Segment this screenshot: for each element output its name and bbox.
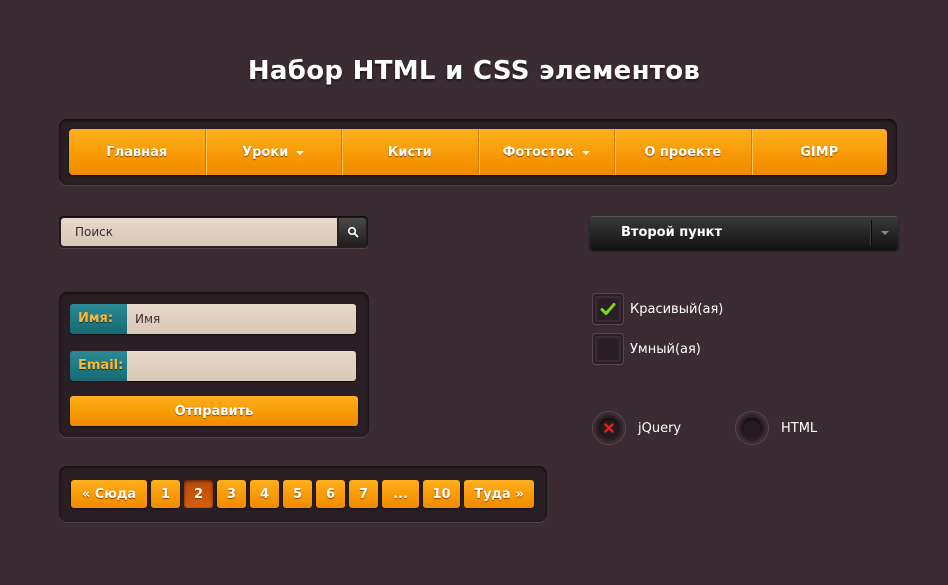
nav-item-label: GIMP xyxy=(800,144,839,160)
next-page-button[interactable]: Туда » xyxy=(464,480,534,508)
checkbox-inner xyxy=(597,338,619,360)
search-button[interactable] xyxy=(339,218,366,246)
select-arrow[interactable] xyxy=(871,220,898,246)
nav-item-lessons[interactable]: Уроки xyxy=(206,129,342,175)
radio-label: jQuery xyxy=(638,420,682,436)
page-button-2[interactable]: 2 xyxy=(184,480,213,508)
name-input[interactable] xyxy=(127,304,356,334)
submit-button[interactable]: Отправить xyxy=(70,396,358,426)
checkbox-beautiful[interactable]: Красивый(ая) xyxy=(592,292,723,326)
search-box xyxy=(59,216,368,248)
nav-item-label: Фотосток xyxy=(502,144,574,160)
chevron-down-icon xyxy=(296,151,305,155)
nav-item-brushes[interactable]: Кисти xyxy=(342,129,479,175)
nav-item-gimp[interactable]: GIMP xyxy=(752,129,888,175)
nav-container: Главная Уроки Кисти Фотосток О проекте G… xyxy=(59,119,897,185)
page-title: Набор HTML и CSS элементов xyxy=(247,56,701,86)
chevron-down-icon xyxy=(581,151,590,155)
radio-inner xyxy=(742,418,762,438)
email-field: Email: xyxy=(70,351,356,381)
checkbox-label: Красивый(ая) xyxy=(630,301,724,317)
main-nav: Главная Уроки Кисти Фотосток О проекте G… xyxy=(69,129,887,175)
cross-icon xyxy=(604,423,614,433)
chevron-down-icon xyxy=(881,231,889,235)
name-label: Имя: xyxy=(70,304,127,334)
nav-item-home[interactable]: Главная xyxy=(69,129,206,175)
prev-page-button[interactable]: « Сюда xyxy=(71,480,147,508)
checkbox[interactable] xyxy=(592,333,624,365)
page-button-1[interactable]: 1 xyxy=(151,480,180,508)
search-icon xyxy=(347,226,358,238)
contact-form: Имя: Email: Отправить xyxy=(59,292,369,437)
pagination: « Сюда 1 2 3 4 5 6 7 ... 10 Туда » xyxy=(71,480,534,508)
page-button-6[interactable]: 6 xyxy=(316,480,345,508)
page-button-10[interactable]: 10 xyxy=(423,480,460,508)
email-input[interactable] xyxy=(127,351,356,381)
checkmark-icon xyxy=(600,303,616,315)
checkbox-smart[interactable]: Умный(ая) xyxy=(592,332,701,366)
nav-item-label: О проекте xyxy=(644,144,722,160)
page-ellipsis[interactable]: ... xyxy=(382,480,419,508)
nav-item-label: Кисти xyxy=(387,144,432,160)
radio-label: HTML xyxy=(781,420,818,436)
radio-inner xyxy=(599,418,619,438)
email-label: Email: xyxy=(70,351,127,381)
checkbox-label: Умный(ая) xyxy=(630,341,701,357)
radio-button[interactable] xyxy=(735,411,769,445)
nav-item-photostock[interactable]: Фотосток xyxy=(479,129,615,175)
pagination-container: « Сюда 1 2 3 4 5 6 7 ... 10 Туда » xyxy=(59,466,547,522)
select-value: Второй пункт xyxy=(621,225,723,240)
page-button-4[interactable]: 4 xyxy=(250,480,279,508)
checkbox-inner xyxy=(597,298,619,320)
page-button-5[interactable]: 5 xyxy=(283,480,312,508)
nav-item-about[interactable]: О проекте xyxy=(615,129,752,175)
radio-jquery[interactable]: jQuery xyxy=(592,411,681,445)
name-field: Имя: xyxy=(70,304,356,334)
radio-button[interactable] xyxy=(592,411,626,445)
page-button-3[interactable]: 3 xyxy=(217,480,246,508)
nav-item-label: Главная xyxy=(106,144,168,160)
search-input[interactable] xyxy=(61,218,337,246)
dropdown-select[interactable]: Второй пункт xyxy=(590,216,898,250)
nav-item-label: Уроки xyxy=(242,144,289,160)
page-button-7[interactable]: 7 xyxy=(349,480,378,508)
checkbox[interactable] xyxy=(592,293,624,325)
radio-html[interactable]: HTML xyxy=(735,411,817,445)
